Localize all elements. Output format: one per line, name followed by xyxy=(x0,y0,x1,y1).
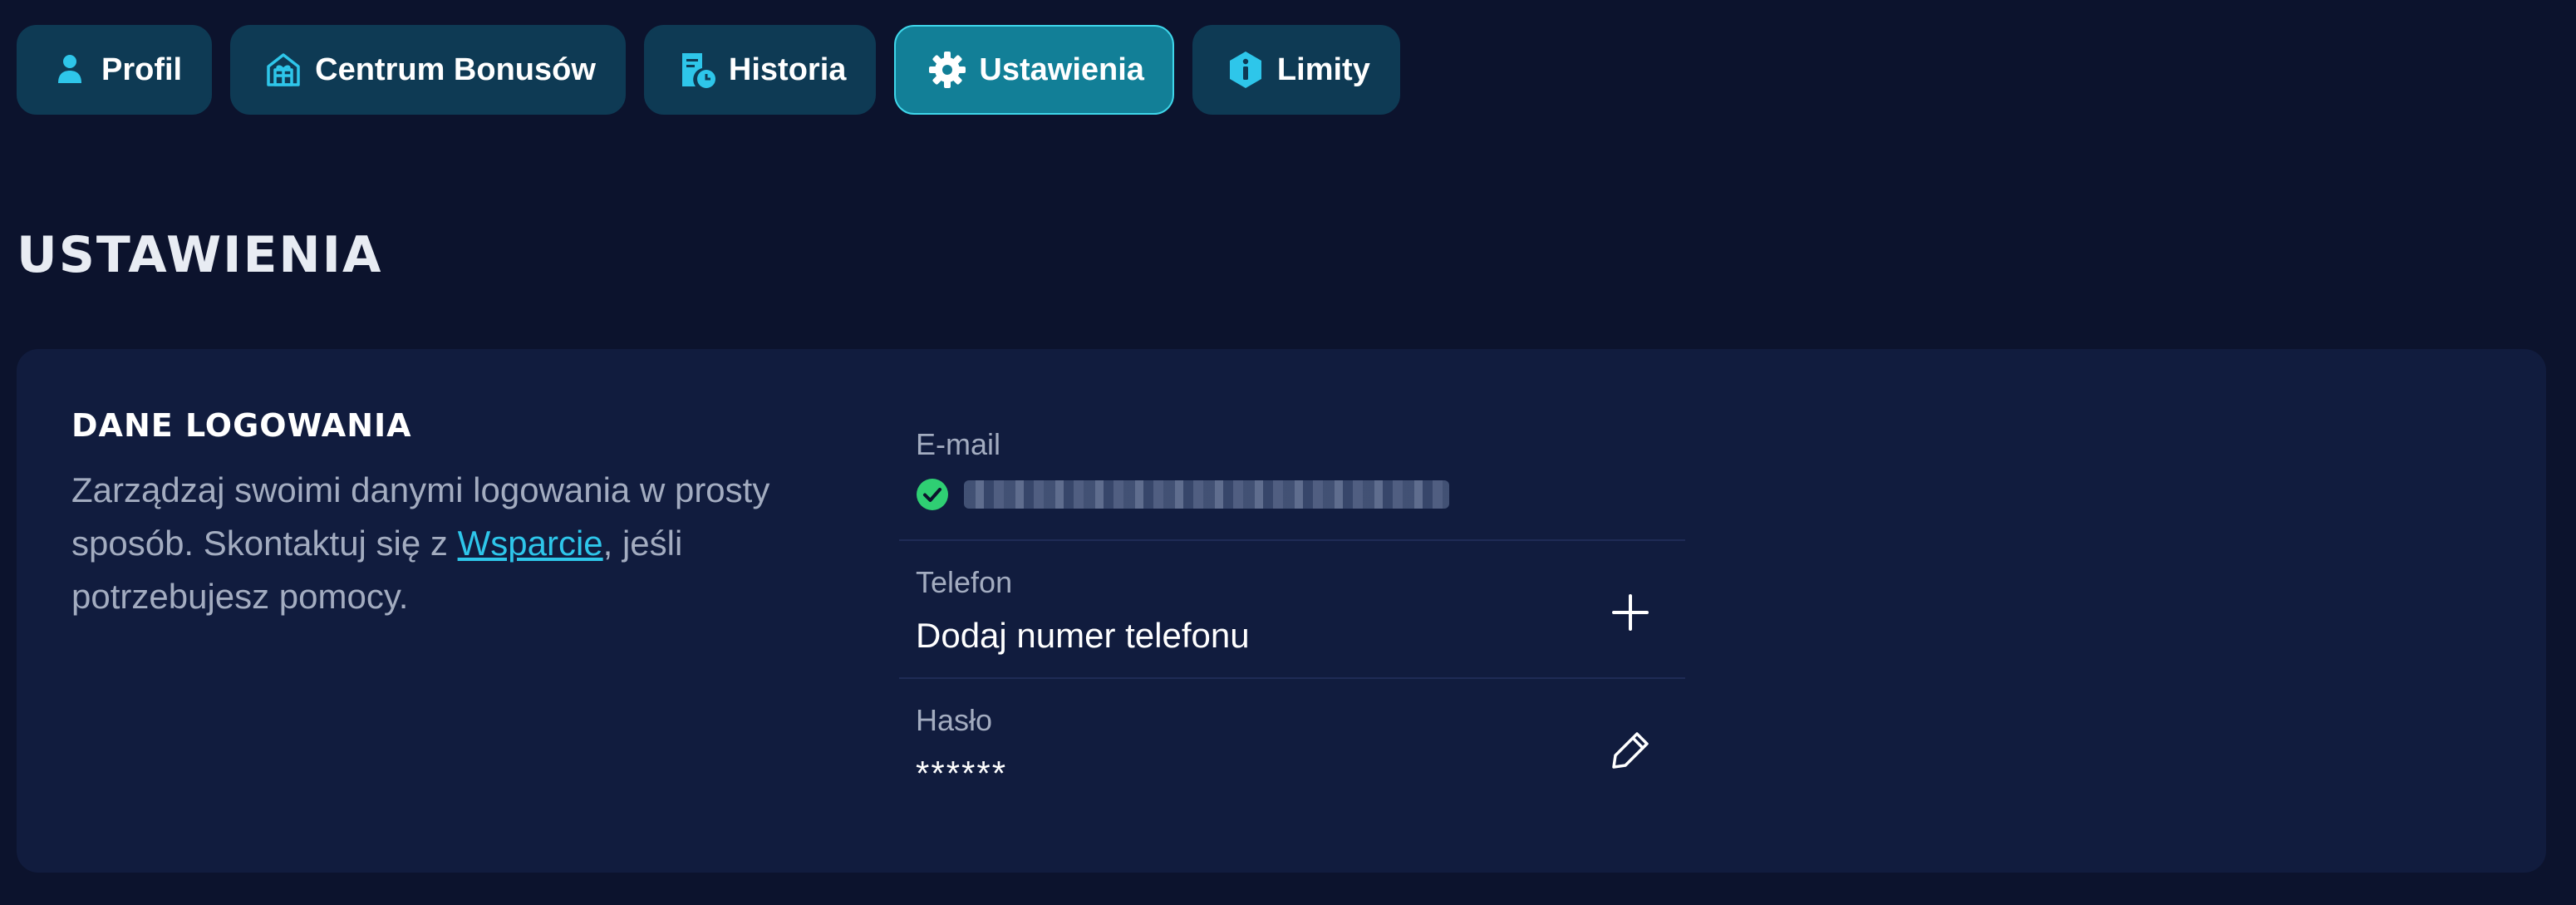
tab-centrum-bonusow[interactable]: Centrum Bonusów xyxy=(230,25,626,115)
tab-ustawienia[interactable]: Ustawienia xyxy=(894,25,1174,115)
settings-tab-bar: Profil Centrum Bonusów Historia Ustawien… xyxy=(17,25,1400,115)
tab-historia[interactable]: Historia xyxy=(643,25,877,115)
pencil-icon[interactable] xyxy=(1605,725,1655,775)
login-fields: E-mail redacted@gmail.com Telefon Dodaj … xyxy=(899,403,1685,817)
info-hexagon-icon xyxy=(1226,50,1266,90)
user-icon xyxy=(50,50,90,90)
tab-ustawienia-label: Ustawienia xyxy=(979,52,1144,87)
tab-profil-label: Profil xyxy=(101,52,183,87)
tab-centrum-bonusow-label: Centrum Bonusów xyxy=(315,52,596,87)
check-circle-icon xyxy=(916,478,949,511)
email-value-blurred: redacted@gmail.com xyxy=(964,480,1449,509)
support-link[interactable]: Wsparcie xyxy=(458,524,603,563)
phone-label: Telefon xyxy=(916,565,1013,599)
page-title: USTAWIENIA xyxy=(17,226,383,284)
plus-icon[interactable] xyxy=(1605,588,1655,637)
email-value-row: redacted@gmail.com xyxy=(916,478,1669,511)
login-data-card: DANE LOGOWANIA Zarządzaj swoimi danymi l… xyxy=(17,349,2546,873)
password-label: Hasło xyxy=(916,703,993,737)
phone-field: Telefon Dodaj numer telefonu xyxy=(899,541,1685,679)
tab-historia-label: Historia xyxy=(728,52,847,87)
document-clock-icon xyxy=(677,50,717,90)
section-title: DANE LOGOWANIA xyxy=(71,407,412,444)
email-field: E-mail redacted@gmail.com xyxy=(899,403,1685,541)
email-value: redacted@gmail.com xyxy=(964,480,965,481)
tab-profil[interactable]: Profil xyxy=(17,25,213,115)
gear-icon xyxy=(927,50,967,90)
email-label: E-mail xyxy=(916,427,1001,461)
password-value: ****** xyxy=(916,754,1008,793)
tab-limity-label: Limity xyxy=(1276,52,1370,87)
password-field: Hasło ****** xyxy=(899,679,1685,817)
phone-value: Dodaj numer telefonu xyxy=(916,616,1250,655)
section-description: Zarządzaj swoimi danymi logowania w pros… xyxy=(71,464,869,623)
gift-house-icon xyxy=(263,50,303,90)
tab-limity[interactable]: Limity xyxy=(1192,25,1400,115)
